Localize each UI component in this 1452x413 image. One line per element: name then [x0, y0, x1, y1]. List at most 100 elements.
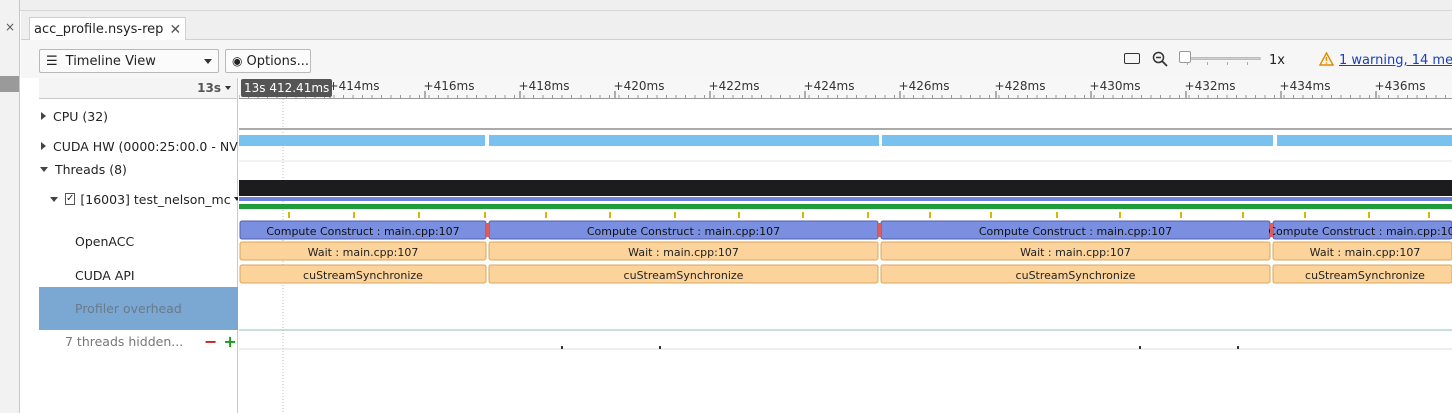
chevron-down-icon	[204, 59, 212, 64]
warning-icon	[1319, 52, 1334, 66]
overhead-tick	[659, 346, 661, 349]
ruler-ticks: +414ms +416ms +418ms +420ms +422ms +424ms +426…	[239, 79, 1446, 98]
tab-bar: acc_profile.nsys-rep ✕	[21, 11, 1452, 41]
sample-tick	[674, 212, 676, 218]
cuda-api-label: cuStreamSynchronize	[1305, 269, 1425, 282]
list-icon: ☰	[46, 53, 58, 69]
tree-row-label: CUDA API	[75, 267, 135, 283]
tree-row-label: CPU (32)	[53, 108, 109, 124]
view-select[interactable]: ☰ Timeline View	[39, 49, 219, 73]
wait-label: Wait : main.cpp:107	[1310, 246, 1421, 259]
eye-icon: ◉	[232, 54, 243, 68]
tree-row-label: CUDA HW (0000:25:00.0 - NVIDIA	[53, 138, 238, 154]
collapse-arrow-icon[interactable]	[50, 196, 58, 202]
cuda-api-label: cuStreamSynchronize	[303, 269, 423, 282]
hidden-threads-label: 7 threads hidden...	[65, 333, 184, 349]
slider-tick	[1227, 62, 1228, 65]
zoom-slider-track[interactable]	[1181, 57, 1261, 60]
tree-row-label: OpenACC	[75, 233, 135, 249]
sample-tick	[1304, 212, 1306, 218]
cuda-hw-bar	[489, 135, 879, 146]
thread-state-bar	[239, 180, 1452, 196]
tab-report[interactable]: acc_profile.nsys-rep ✕	[29, 17, 187, 41]
sample-tick	[1056, 212, 1058, 218]
sample-tick	[802, 212, 804, 218]
chevron-down-icon[interactable]	[233, 197, 238, 201]
keyboard-icon[interactable]	[1124, 53, 1140, 64]
warnings-link[interactable]: 1 warning, 14 messages	[1339, 53, 1452, 68]
tree-row-label: Threads (8)	[55, 161, 127, 177]
tree-row-label: [16003] test_nelson_mc	[80, 191, 231, 207]
compute-construct-label: Compute Construct : main.cpp:107	[979, 225, 1172, 238]
show-thread-button[interactable]: +	[223, 332, 236, 351]
sample-tick	[353, 212, 355, 218]
wait-label: Wait : main.cpp:107	[628, 246, 739, 259]
timeline-canvas: Compute Construct : main.cpp:107 Compute …	[239, 99, 1452, 413]
tree-row-cuda-hw[interactable]: CUDA HW (0000:25:00.0 - NVIDIA	[39, 137, 238, 155]
thread-checkbox[interactable]: ✓	[65, 193, 76, 205]
left-panel-stub: ×	[0, 0, 20, 413]
top-strip	[0, 0, 1452, 11]
tab-close-icon[interactable]: ✕	[169, 22, 181, 38]
ruler-unit-label: 13s	[197, 81, 221, 95]
thread-green-band	[239, 204, 1452, 209]
cuda-hw-bar	[882, 135, 1273, 146]
zoom-slider-thumb[interactable]	[1179, 51, 1191, 63]
toolbar: ☰ Timeline View ◉ Options... 1x 1 warnin…	[21, 40, 1452, 78]
view-select-label: Timeline View	[65, 53, 156, 69]
tree-row-profiler-overhead[interactable]: Profiler overhead	[39, 287, 238, 330]
tab-title: acc_profile.nsys-rep	[34, 22, 164, 37]
nsight-systems-window: × acc_profile.nsys-rep ✕ ☰ Timeline View…	[0, 0, 1452, 413]
ruler-unit-select[interactable]: 13s	[197, 81, 231, 95]
gap-marker	[878, 223, 881, 237]
expand-arrow-icon[interactable]	[41, 112, 46, 120]
ruler-label: +432ms	[1185, 79, 1236, 93]
chevron-down-icon	[225, 86, 231, 90]
tree-row-cpu[interactable]: CPU (32)	[39, 107, 238, 125]
sample-tick	[288, 212, 290, 218]
row-tree: CPU (32) CUDA HW (0000:25:00.0 - NVIDIA …	[39, 99, 238, 413]
cuda-api-label: cuStreamSynchronize	[624, 269, 744, 282]
ruler-label: +436ms	[1375, 79, 1426, 93]
ruler-label: +422ms	[709, 79, 760, 93]
sample-tick	[738, 212, 740, 218]
hide-thread-button[interactable]: −	[204, 332, 217, 351]
ruler-unit-panel: 13s	[39, 78, 238, 99]
time-ruler[interactable]: +414ms +416ms +418ms +420ms +422ms +424ms +426…	[239, 78, 1452, 99]
left-panel-selected-item[interactable]	[0, 76, 19, 92]
timeline-area[interactable]: Compute Construct : main.cpp:107 Compute …	[239, 99, 1452, 413]
ruler-label: +420ms	[614, 79, 665, 93]
overhead-tick	[1139, 346, 1141, 349]
tree-row-threads[interactable]: Threads (8)	[39, 160, 238, 178]
sample-tick	[929, 212, 931, 218]
cuda-api-label: cuStreamSynchronize	[1016, 269, 1136, 282]
collapse-arrow-icon[interactable]	[40, 166, 48, 172]
sample-tick	[1242, 212, 1244, 218]
ruler-label: +428ms	[995, 79, 1046, 93]
compute-construct-label: Compute Construct : main.cpp:107	[266, 225, 459, 238]
gap-marker	[486, 223, 489, 237]
ruler-label: +434ms	[1280, 79, 1331, 93]
slider-tick	[1247, 62, 1248, 65]
sample-tick	[1368, 212, 1370, 218]
tree-row-cuda-api[interactable]: CUDA API	[39, 266, 238, 284]
expand-arrow-icon[interactable]	[41, 142, 46, 150]
tree-row-thread[interactable]: ✓ [16003] test_nelson_mc	[39, 190, 238, 208]
overhead-tick	[1237, 346, 1239, 349]
tree-row-label: Profiler overhead	[75, 301, 182, 316]
tree-row-hidden-threads: 7 threads hidden... − +	[39, 331, 238, 351]
tree-row-openacc[interactable]: OpenACC	[39, 232, 238, 250]
left-panel-close-icon[interactable]: ×	[5, 20, 15, 34]
compute-construct-label: Compute Construct : main.cpp:107	[587, 225, 780, 238]
options-button[interactable]: ◉ Options...	[225, 49, 311, 73]
overhead-tick	[561, 346, 563, 349]
sample-tick	[484, 212, 486, 218]
sample-tick	[1428, 212, 1430, 218]
ruler-label: +418ms	[519, 79, 570, 93]
ruler-label: +414ms	[329, 79, 380, 93]
sample-tick	[609, 212, 611, 218]
sample-tick	[1180, 212, 1182, 218]
sample-tick	[418, 212, 420, 218]
ruler-label: +426ms	[899, 79, 950, 93]
zoom-out-icon[interactable]	[1152, 51, 1168, 67]
